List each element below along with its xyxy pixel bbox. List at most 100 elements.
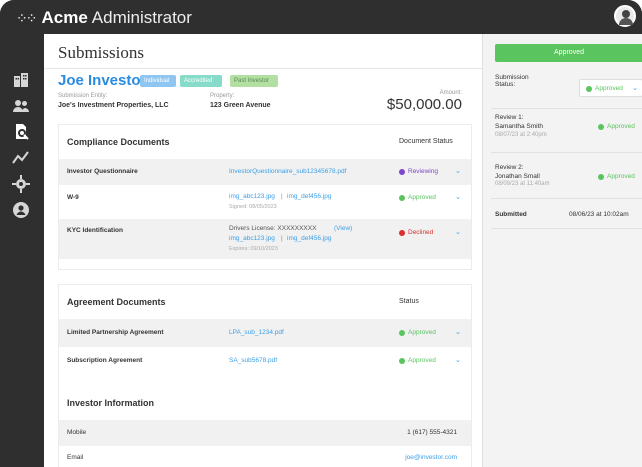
entity-value: Joe's Investment Properties, LLC <box>58 102 169 109</box>
status-dot <box>399 229 405 236</box>
status-dot <box>399 357 405 364</box>
gear-icon[interactable] <box>11 174 31 194</box>
table-row: KYC Identification Drivers License: XXXX… <box>59 219 471 259</box>
info-label: Email <box>67 454 84 461</box>
status-text: Approved <box>408 329 436 336</box>
view-license-link[interactable]: (View) <box>334 225 352 232</box>
status-dot <box>399 194 405 201</box>
doc-separator: | <box>281 235 283 242</box>
info-value: 1 (617) 555-4321 <box>407 429 457 436</box>
compliance-card: Compliance Documents Document Status Inv… <box>58 124 472 270</box>
profile-icon[interactable] <box>11 200 31 220</box>
panel-divider <box>491 108 642 109</box>
table-row: Mobile 1 (617) 555-4321 <box>59 420 471 446</box>
status-text: Approved <box>607 173 635 180</box>
doc-name: Investor Questionnaire <box>67 168 138 175</box>
document-search-icon[interactable] <box>11 122 31 142</box>
status-badge[interactable]: Declined <box>399 229 433 236</box>
entity-label: Submission Entity: <box>58 93 108 99</box>
agreement-card: Agreement Documents Status Limited Partn… <box>58 284 472 384</box>
status-badge: Approved <box>598 173 635 180</box>
property-label: Property: <box>210 93 235 99</box>
main-content: Submissions Joe Investor Individual Accr… <box>44 34 482 467</box>
review-panel: Approved Submission Status: Approved ⌄ R… <box>482 34 642 467</box>
doc-separator: | <box>281 193 283 200</box>
review1-name: Samantha Smith <box>495 123 544 130</box>
chevron-down-icon[interactable]: ⌄ <box>455 193 461 201</box>
chevron-down-icon[interactable]: ⌄ <box>455 328 461 336</box>
status-dot <box>586 85 592 92</box>
investor-info-title: Investor Information <box>67 398 155 408</box>
table-row: Limited Partnership Agreement LPA_sub_12… <box>59 319 471 347</box>
doc-link[interactable]: InvestorQuestionnaire_sub12345678.pdf <box>229 168 346 175</box>
analytics-icon[interactable] <box>11 148 31 168</box>
tag-individual: Individual <box>140 75 176 87</box>
compliance-title: Compliance Documents <box>67 137 170 147</box>
page-title: Submissions <box>58 43 144 62</box>
table-row: Email joe@investor.com <box>59 446 471 467</box>
status-text: Approved <box>408 357 436 364</box>
status-badge: Approved <box>586 85 623 92</box>
submitted-label: Submitted <box>495 211 527 218</box>
avatar-body <box>619 18 633 25</box>
doc-link[interactable]: img_abc123.jpg <box>229 193 275 200</box>
status-badge[interactable]: Reviewing <box>399 168 438 175</box>
compliance-status-header: Document Status <box>399 138 453 145</box>
status-text: Approved <box>595 85 623 92</box>
investor-name: Joe Investor <box>58 72 147 89</box>
grid-icon: ⁘⁘ <box>16 9 38 26</box>
status-dot <box>598 123 604 130</box>
sidebar <box>0 34 44 467</box>
doc-link[interactable]: img_def456.jpg <box>287 235 331 242</box>
tag-past-investor: Past Investor <box>230 75 278 87</box>
status-text: Approved <box>408 194 436 201</box>
chevron-down-icon[interactable]: ⌄ <box>455 228 461 236</box>
status-badge[interactable]: Approved <box>399 357 436 364</box>
doc-link[interactable]: LPA_sub_1234.pdf <box>229 329 284 336</box>
chevron-down-icon[interactable]: ⌄ <box>455 356 461 364</box>
info-label: Mobile <box>67 429 87 436</box>
approved-banner: Approved <box>495 44 642 62</box>
chevron-down-icon[interactable]: ⌄ <box>455 167 461 175</box>
amount-value: $50,000.00 <box>386 96 462 113</box>
avatar-head <box>622 10 630 18</box>
status-badge: Approved <box>598 123 635 130</box>
doc-name: Limited Partnership Agreement <box>67 329 164 336</box>
app-window: ⁘⁘ Acme Administrator Submissions Joe In… <box>0 0 642 467</box>
investor-info-card: Investor Information Mobile 1 (617) 555-… <box>58 380 472 467</box>
status-dot <box>399 168 405 175</box>
status-badge[interactable]: Approved <box>399 329 436 336</box>
status-dot <box>399 329 405 336</box>
panel-divider <box>491 198 642 199</box>
status-dot <box>598 173 604 180</box>
property-value: 123 Green Avenue <box>210 102 271 109</box>
review2-title: Review 2: <box>495 164 524 171</box>
brand-suffix: Administrator <box>91 8 192 27</box>
top-bar: ⁘⁘ Acme Administrator <box>0 0 642 34</box>
doc-link[interactable]: img_def456.jpg <box>287 193 331 200</box>
status-badge[interactable]: Approved <box>399 194 436 201</box>
app-logo[interactable]: ⁘⁘ Acme Administrator <box>16 8 192 28</box>
building-icon[interactable] <box>11 70 31 90</box>
expiry-date: Expires: 09/10/2023 <box>229 246 278 252</box>
status-text: Reviewing <box>408 168 438 175</box>
title-divider <box>44 68 482 69</box>
compliance-header: Compliance Documents Document Status <box>59 125 471 159</box>
tag-accredited: Accredited <box>180 75 222 87</box>
agreement-status-header: Status <box>399 298 419 305</box>
agreement-title: Agreement Documents <box>67 297 166 307</box>
users-icon[interactable] <box>11 96 31 116</box>
doc-link[interactable]: img_abc123.jpg <box>229 235 275 242</box>
signed-date: Signed: 08/05/2023 <box>229 204 277 210</box>
submission-status-select[interactable]: Approved ⌄ <box>579 79 642 97</box>
email-link[interactable]: joe@investor.com <box>405 454 457 461</box>
doc-name: W-9 <box>67 194 79 201</box>
user-avatar[interactable] <box>614 5 636 27</box>
table-row: Investor Questionnaire InvestorQuestionn… <box>59 159 471 185</box>
license-number: Drivers License: XXXXXXXXX <box>229 225 317 232</box>
review1-title: Review 1: <box>495 114 524 121</box>
doc-link[interactable]: SA_sub5678.pdf <box>229 357 277 364</box>
submitted-value: 08/06/23 at 10:02am <box>569 211 629 218</box>
doc-name: Subscription Agreement <box>67 357 143 364</box>
table-row: W-9 img_abc123.jpg | img_def456.jpg Sign… <box>59 185 471 219</box>
